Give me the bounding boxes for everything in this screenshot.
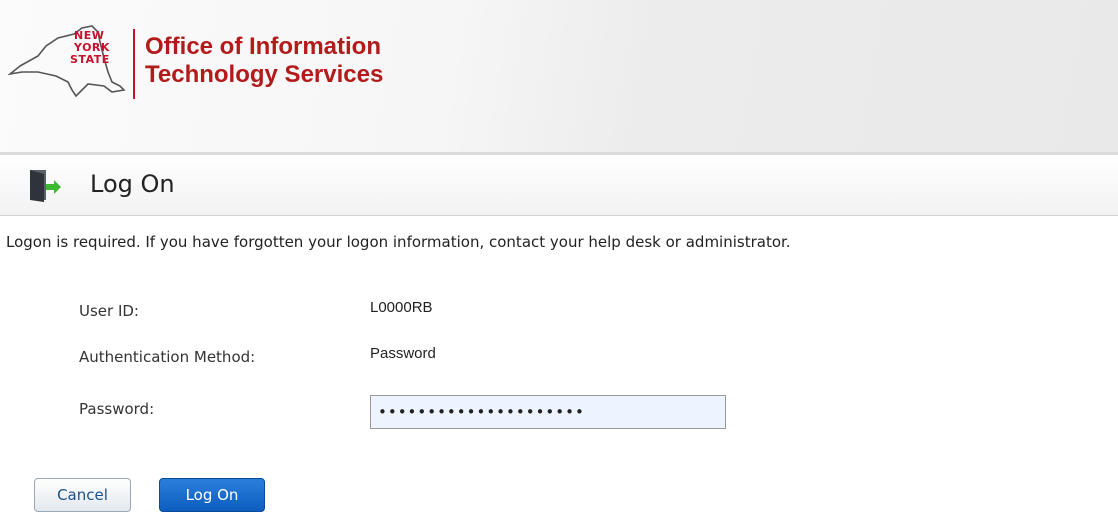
agency-name-line2: Technology Services [145,61,384,88]
password-label: Password: [79,400,155,418]
header-banner: NEW YORK STATE Office of Information Tec… [0,0,1118,152]
auth-method-label: Authentication Method: [79,348,256,366]
user-id-value: L0000RB [370,299,433,316]
password-input[interactable] [370,395,726,429]
logon-button[interactable]: Log On [159,478,265,512]
state-word-new: NEW [74,29,105,42]
state-word-state: STATE [70,53,110,66]
user-id-label: User ID: [79,302,139,320]
logo-divider [133,29,135,99]
page-title: Log On [90,170,175,198]
nys-its-logo: NEW YORK STATE Office of Information Tec… [8,20,408,100]
agency-name-line1: Office of Information [145,33,381,60]
logon-info-text: Logon is required. If you have forgotten… [6,233,791,251]
auth-method-value: Password [370,345,436,362]
logon-door-icon [28,169,62,207]
state-word-york: YORK [74,41,110,54]
cancel-button[interactable]: Cancel [34,478,131,512]
title-bar: Log On [0,155,1118,216]
